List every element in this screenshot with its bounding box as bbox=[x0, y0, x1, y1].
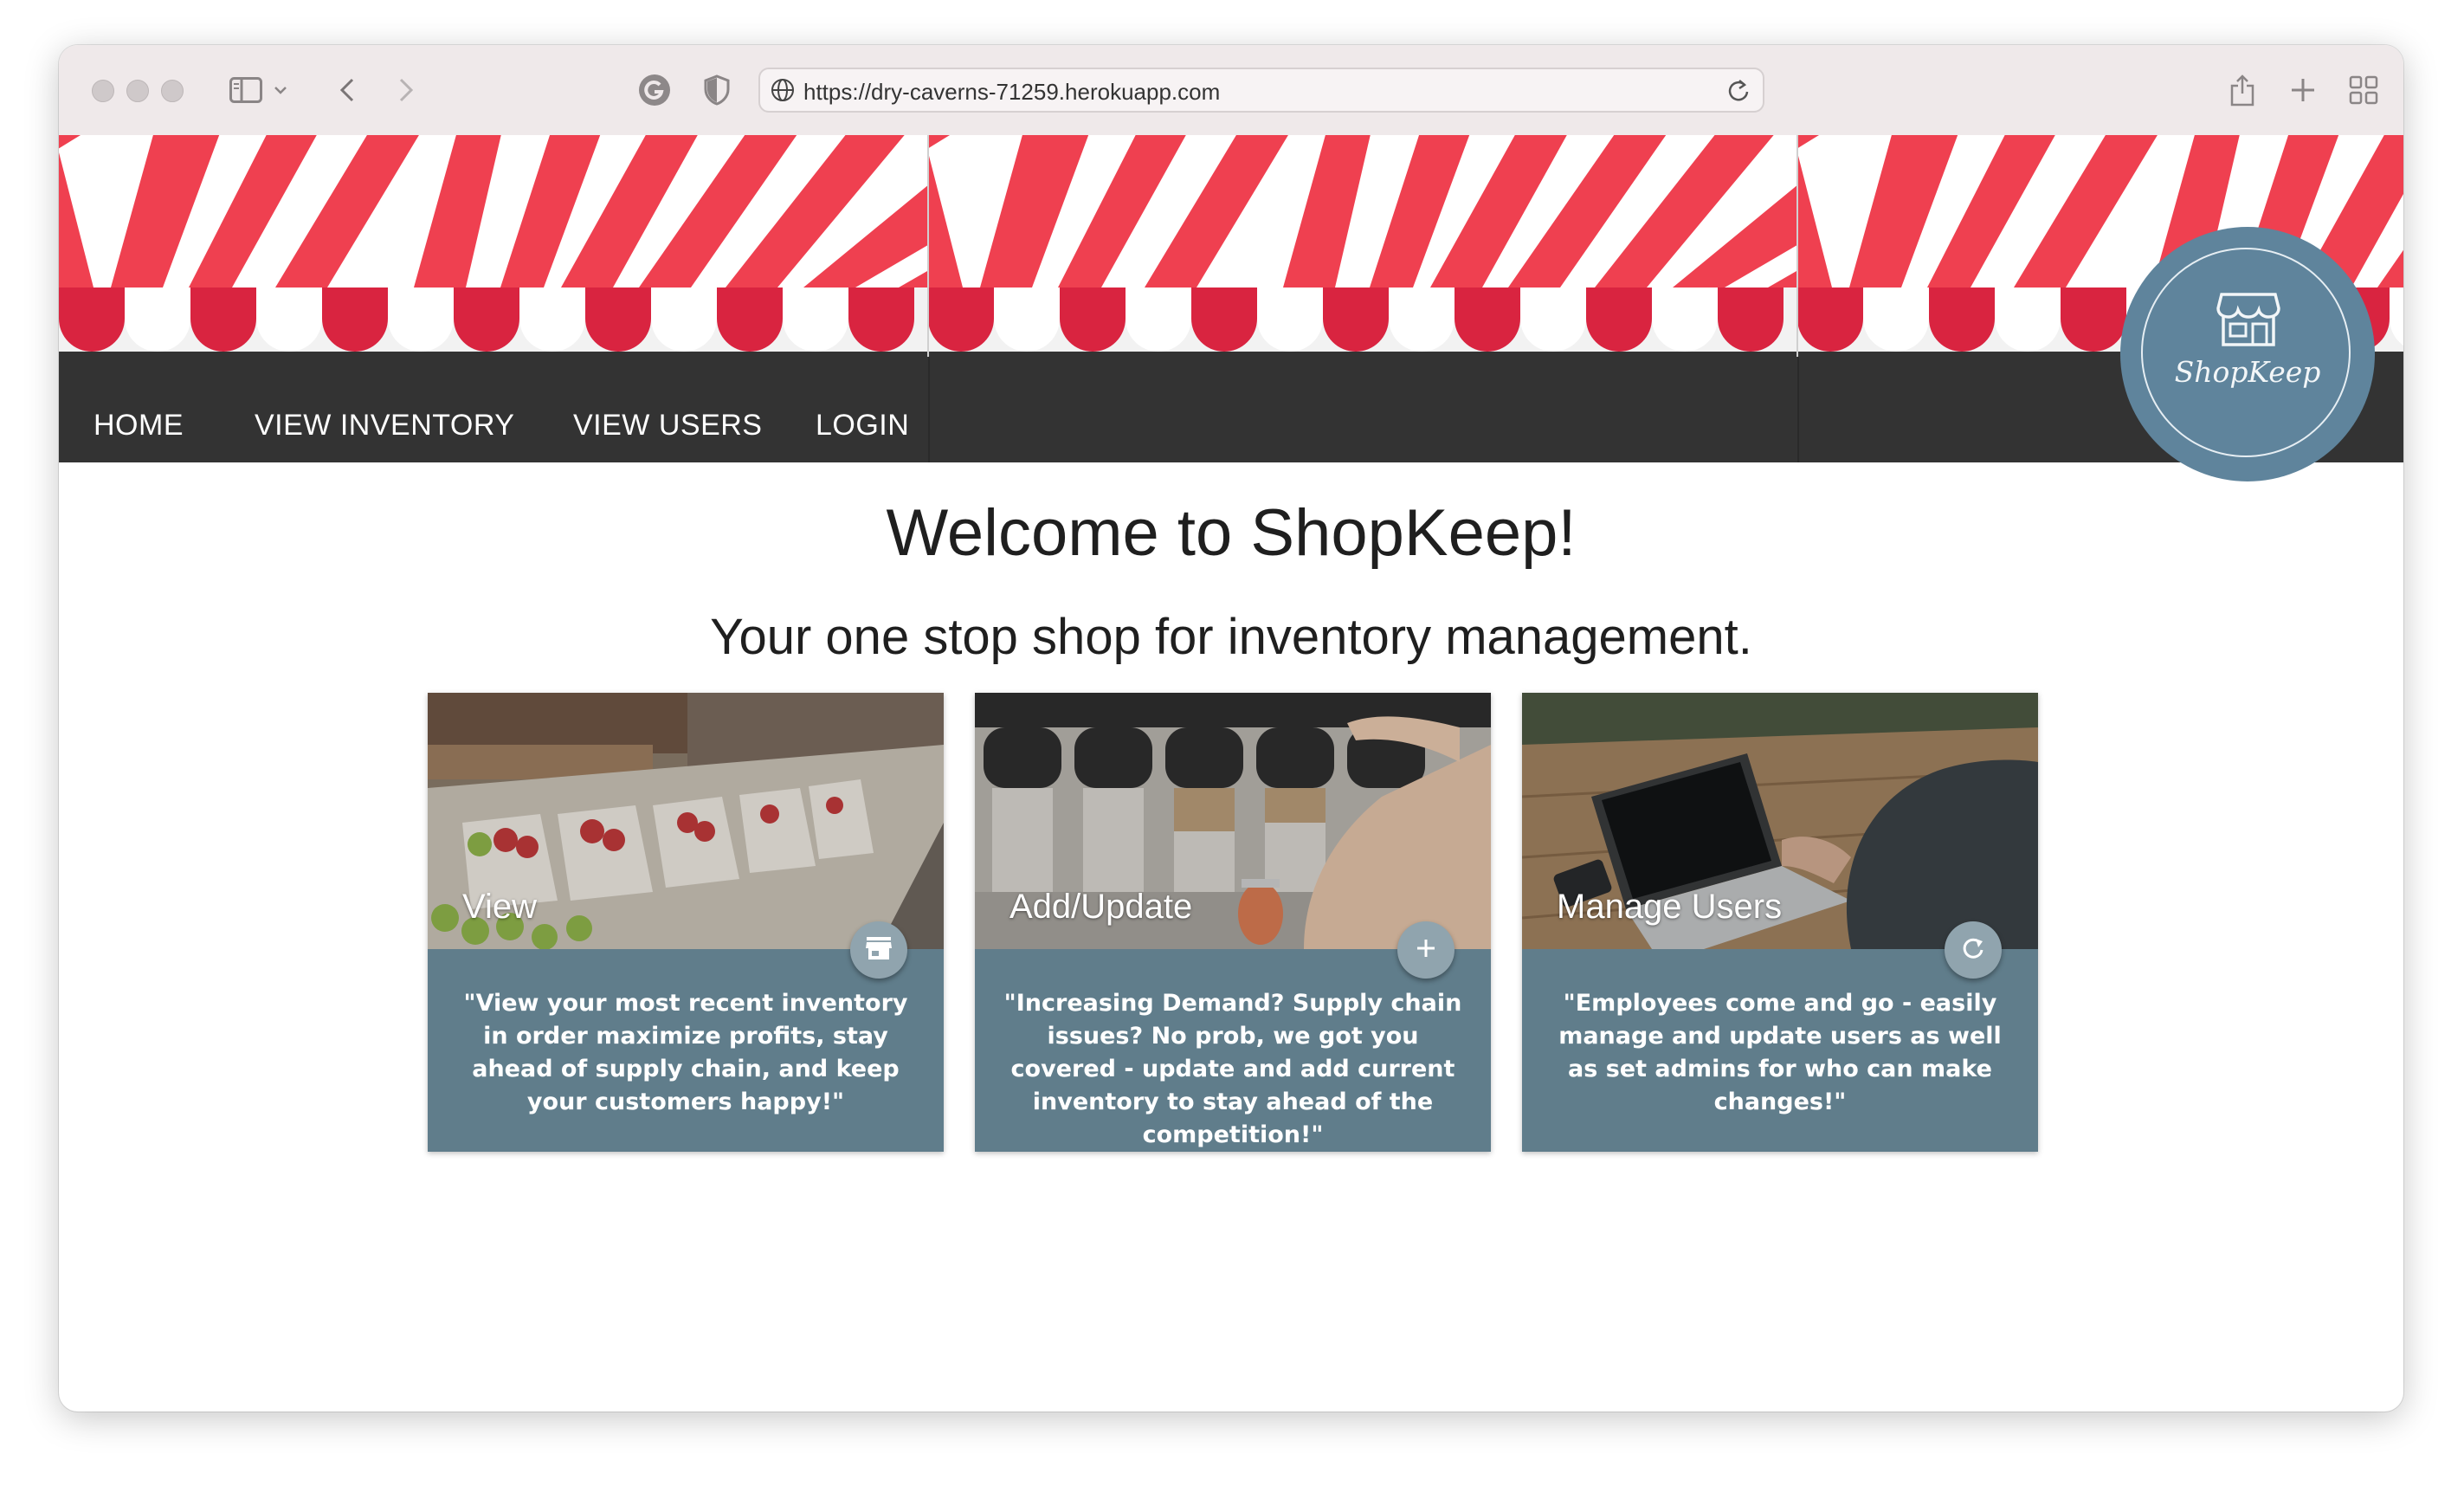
new-tab-icon[interactable] bbox=[2287, 69, 2319, 111]
share-icon[interactable] bbox=[2227, 69, 2258, 111]
storefront-icon bbox=[2216, 291, 2280, 352]
url-text[interactable]: https://dry-caverns-71259.herokuapp.com bbox=[803, 79, 1220, 106]
add-update-card-description: "Increasing Demand? Supply chain issues?… bbox=[1003, 990, 1462, 1148]
view-card[interactable]: View "View your most recent inventory in… bbox=[428, 693, 944, 1152]
globe-icon bbox=[769, 76, 797, 104]
logo-text: ShopKeep bbox=[2174, 355, 2321, 389]
shield-icon[interactable] bbox=[700, 69, 734, 111]
nav-view-users-link[interactable]: VIEW USERS bbox=[573, 409, 762, 443]
navbar-divider bbox=[1797, 357, 1799, 462]
browser-toolbar: https://dry-caverns-71259.herokuapp.com bbox=[59, 45, 2403, 136]
browser-window: https://dry-caverns-71259.herokuapp.com bbox=[59, 45, 2403, 1412]
forward-icon[interactable] bbox=[391, 69, 421, 111]
navbar-divider bbox=[928, 357, 930, 462]
view-card-title: View bbox=[462, 888, 537, 926]
reload-icon[interactable] bbox=[1725, 76, 1752, 104]
nav-login-link[interactable]: LOGIN bbox=[816, 409, 909, 443]
awning-banner bbox=[59, 135, 2403, 357]
back-icon[interactable] bbox=[332, 69, 362, 111]
view-card-description: "View your most recent inventory in orde… bbox=[463, 990, 908, 1115]
nav-home-link[interactable]: HOME bbox=[94, 409, 184, 443]
manage-users-card-description: "Employees come and go - easily manage a… bbox=[1558, 990, 2002, 1115]
minimize-window-button[interactable] bbox=[126, 80, 149, 102]
add-update-card[interactable]: Add/Update "Increasing Demand? Supply ch… bbox=[975, 693, 1491, 1152]
sidebar-toggle-icon[interactable] bbox=[227, 69, 265, 111]
plus-icon bbox=[1415, 937, 1437, 964]
refresh-icon bbox=[1961, 936, 1985, 965]
page-subtitle: Your one stop shop for inventory managem… bbox=[710, 609, 1752, 665]
zoom-window-button[interactable] bbox=[161, 80, 184, 102]
grammarly-icon[interactable] bbox=[635, 69, 674, 111]
manage-users-button[interactable] bbox=[1945, 921, 2002, 979]
manage-users-card[interactable]: Manage Users "Employees come and go - ea… bbox=[1522, 693, 2038, 1152]
address-bar[interactable]: https://dry-caverns-71259.herokuapp.com bbox=[758, 68, 1764, 113]
logo-ring bbox=[2141, 248, 2351, 457]
view-inventory-button[interactable] bbox=[850, 921, 907, 979]
page-title: Welcome to ShopKeep! bbox=[886, 496, 1577, 570]
add-inventory-button[interactable] bbox=[1397, 921, 1455, 979]
tab-overview-icon[interactable] bbox=[2346, 69, 2381, 111]
shopkeep-logo[interactable]: ShopKeep bbox=[2120, 227, 2375, 481]
close-window-button[interactable] bbox=[92, 80, 114, 102]
nav-view-inventory-link[interactable]: VIEW INVENTORY bbox=[255, 409, 514, 443]
chevron-down-icon[interactable] bbox=[270, 69, 291, 111]
manage-users-card-title: Manage Users bbox=[1557, 888, 1783, 926]
add-update-card-title: Add/Update bbox=[1009, 888, 1193, 926]
store-icon bbox=[865, 935, 893, 966]
